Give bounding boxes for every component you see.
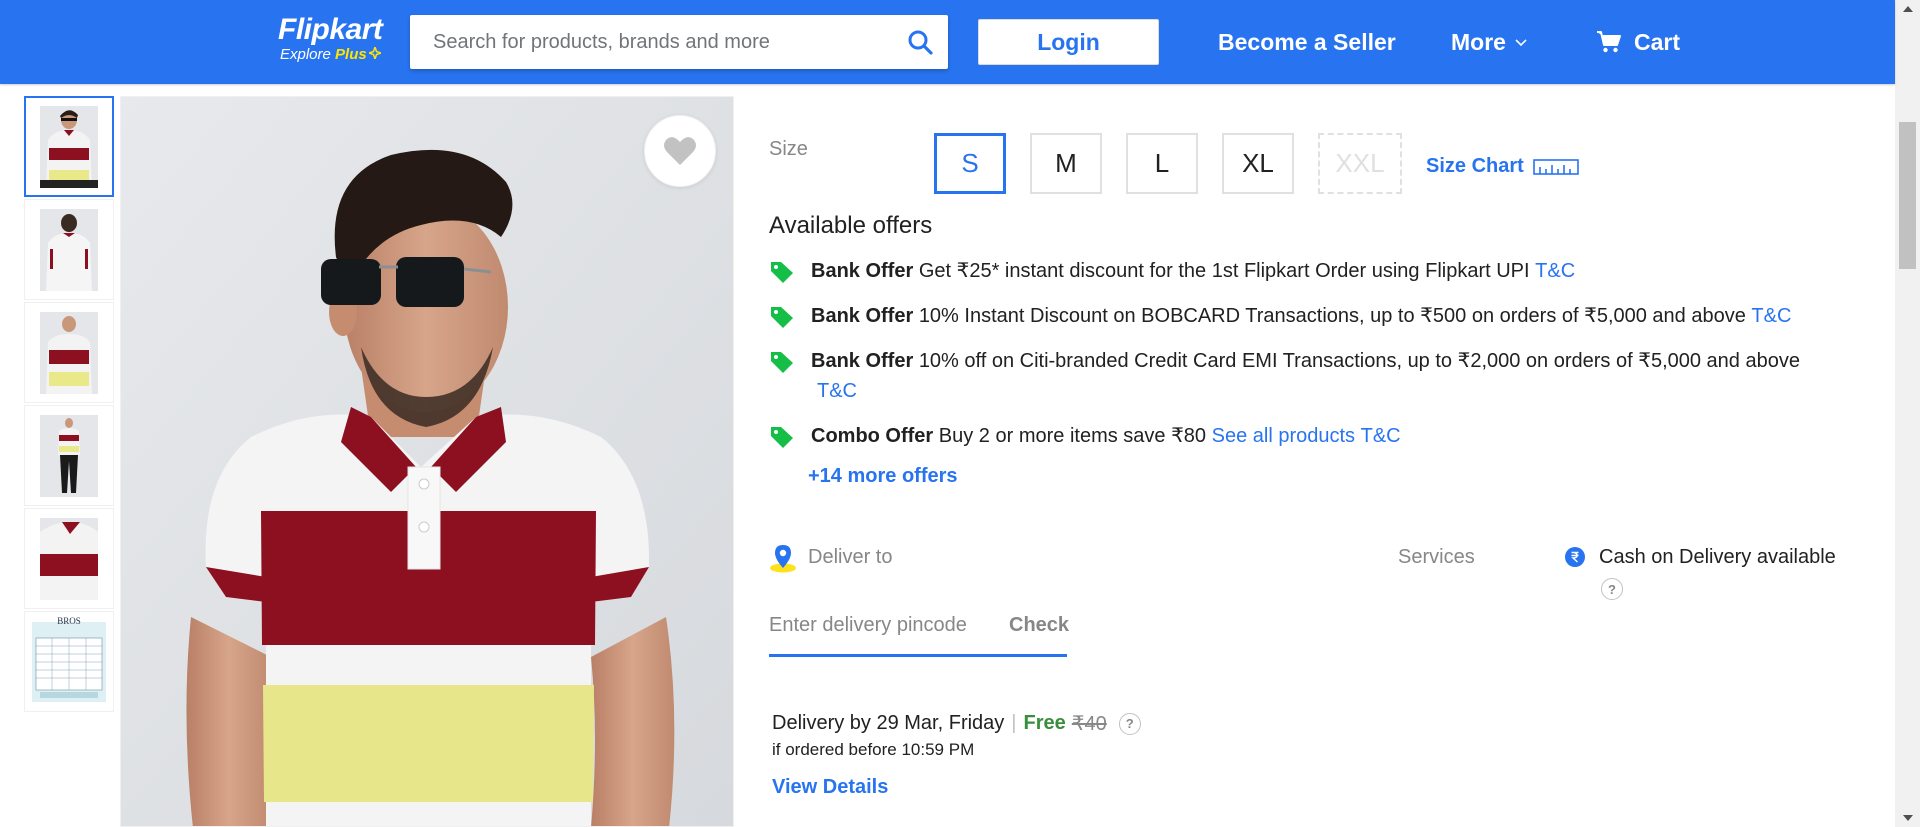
plus-star-icon bbox=[366, 44, 384, 62]
scroll-thumb[interactable] bbox=[1899, 122, 1916, 269]
offer-item: Bank Offer 10% off on Citi-branded Credi… bbox=[769, 346, 1849, 406]
flipkart-logo[interactable]: Flipkart Explore Plus bbox=[278, 13, 384, 64]
size-option-s[interactable]: S bbox=[934, 133, 1006, 194]
offer-text: Combo Offer Buy 2 or more items save ₹80… bbox=[811, 421, 1851, 451]
cart-icon bbox=[1597, 31, 1621, 53]
delivery-help-icon[interactable]: ? bbox=[1118, 712, 1141, 735]
offer-tnc-link[interactable]: T&C bbox=[1751, 305, 1791, 327]
search-bar bbox=[410, 15, 948, 69]
page-scrollbar[interactable] bbox=[1895, 0, 1920, 827]
product-thumbnail-image bbox=[40, 105, 98, 188]
cart-link[interactable]: Cart bbox=[1596, 27, 1680, 57]
offer-description: 10% off on Citi-branded Credit Card EMI … bbox=[918, 350, 1800, 372]
search-button[interactable] bbox=[892, 15, 948, 69]
offer-description: Buy 2 or more items save ₹80 bbox=[938, 425, 1207, 447]
offer-tag-icon bbox=[771, 262, 793, 283]
thumbnail-size-chart[interactable]: BROS bbox=[24, 611, 114, 712]
more-label: More bbox=[1451, 29, 1506, 55]
product-thumbnail-image bbox=[40, 311, 98, 394]
product-photo bbox=[121, 97, 733, 826]
tagline-plus: Plus bbox=[335, 46, 367, 63]
offer-type: Bank Offer bbox=[811, 350, 914, 372]
more-menu[interactable]: More bbox=[1451, 27, 1528, 57]
size-option-xxl: XXL bbox=[1318, 133, 1402, 194]
location-pin-icon bbox=[770, 545, 796, 573]
search-input[interactable] bbox=[410, 15, 892, 69]
offer-tag-icon bbox=[771, 352, 793, 373]
offer-item: Combo Offer Buy 2 or more items save ₹80… bbox=[769, 421, 1849, 451]
search-icon bbox=[908, 30, 933, 55]
size-option-l[interactable]: L bbox=[1126, 133, 1198, 194]
scroll-up-arrow[interactable] bbox=[1895, 0, 1920, 18]
offer-text: Bank Offer 10% off on Citi-branded Credi… bbox=[811, 346, 1846, 406]
cod-available-text: Cash on Delivery available bbox=[1599, 546, 1836, 568]
pincode-field: Check bbox=[769, 600, 1069, 657]
view-details-link[interactable]: View Details bbox=[772, 776, 888, 799]
offer-type: Bank Offer bbox=[811, 305, 914, 327]
product-thumbnail-image bbox=[40, 208, 98, 291]
offer-description: Get ₹25* instant discount for the 1st Fl… bbox=[918, 260, 1530, 282]
top-navbar: Flipkart Explore Plus Login Become a Sel… bbox=[0, 0, 1895, 84]
main-product-image[interactable] bbox=[120, 96, 734, 827]
offer-tnc-link[interactable]: T&C bbox=[1535, 260, 1575, 282]
size-chart-thumbnail-image bbox=[32, 621, 106, 702]
delivery-cutoff: if ordered before 10:59 PM bbox=[772, 740, 975, 759]
size-option-m[interactable]: M bbox=[1030, 133, 1102, 194]
size-label: Size bbox=[769, 138, 808, 160]
delivery-original-fee: ₹40 bbox=[1071, 713, 1107, 735]
login-button[interactable]: Login bbox=[978, 19, 1159, 65]
delivery-free-label: Free bbox=[1023, 712, 1066, 734]
size-chart-thumb-title: BROS bbox=[57, 616, 81, 626]
cod-help-icon[interactable]: ? bbox=[1601, 578, 1623, 600]
wishlist-button[interactable] bbox=[644, 115, 716, 187]
offer-text: Bank Offer 10% Instant Discount on BOBCA… bbox=[811, 301, 1851, 331]
offer-tag-icon bbox=[771, 307, 793, 328]
triangle-up-icon bbox=[1902, 6, 1913, 12]
see-all-products-link[interactable]: See all products bbox=[1212, 425, 1355, 447]
check-pincode-button[interactable]: Check bbox=[1009, 614, 1069, 637]
delivery-separator: | bbox=[1011, 712, 1017, 734]
tagline-explore: Explore bbox=[280, 46, 331, 63]
thumbnail-1[interactable] bbox=[24, 96, 114, 197]
offer-item: Bank Offer Get ₹25* instant discount for… bbox=[769, 256, 1849, 286]
pincode-input[interactable] bbox=[769, 614, 989, 637]
logo-tagline: Explore Plus bbox=[278, 44, 384, 64]
size-chart-link[interactable]: Size Chart bbox=[1426, 155, 1579, 178]
triangle-down-icon bbox=[1902, 815, 1913, 821]
offer-item: Bank Offer 10% Instant Discount on BOBCA… bbox=[769, 301, 1849, 331]
rupee-icon bbox=[1565, 547, 1585, 567]
thumbnail-5[interactable] bbox=[24, 508, 114, 609]
thumbnail-4[interactable] bbox=[24, 405, 114, 506]
size-option-xl[interactable]: XL bbox=[1222, 133, 1294, 194]
offer-tnc-link[interactable]: T&C bbox=[817, 380, 857, 402]
ruler-icon bbox=[1533, 158, 1579, 175]
product-thumbnail-image bbox=[40, 414, 98, 497]
thumbnail-2[interactable] bbox=[24, 199, 114, 300]
offer-type: Combo Offer bbox=[811, 425, 934, 447]
heart-icon bbox=[664, 137, 696, 165]
scroll-down-arrow[interactable] bbox=[1895, 809, 1920, 827]
become-seller-link[interactable]: Become a Seller bbox=[1218, 27, 1396, 57]
logo-brand: Flipkart bbox=[278, 13, 383, 46]
offer-tag-icon bbox=[771, 427, 793, 448]
thumbnail-3[interactable] bbox=[24, 302, 114, 403]
offer-description: 10% Instant Discount on BOBCARD Transact… bbox=[918, 305, 1746, 327]
offer-text: Bank Offer Get ₹25* instant discount for… bbox=[811, 256, 1851, 286]
offer-tnc-link[interactable]: T&C bbox=[1361, 425, 1401, 447]
deliver-to-label: Deliver to bbox=[808, 546, 893, 568]
services-label: Services bbox=[1398, 546, 1475, 568]
more-offers-link[interactable]: +14 more offers bbox=[808, 465, 958, 488]
size-chart-label: Size Chart bbox=[1426, 155, 1524, 177]
cart-label: Cart bbox=[1634, 29, 1681, 55]
product-thumbnail-image bbox=[40, 517, 98, 600]
delivery-date: Delivery by 29 Mar, Friday bbox=[772, 712, 1005, 734]
delivery-estimate: Delivery by 29 Mar, Friday | Free ₹40 ? bbox=[772, 711, 1141, 736]
available-offers-title: Available offers bbox=[769, 212, 933, 239]
chevron-down-icon bbox=[1515, 39, 1527, 47]
offer-type: Bank Offer bbox=[811, 260, 914, 282]
